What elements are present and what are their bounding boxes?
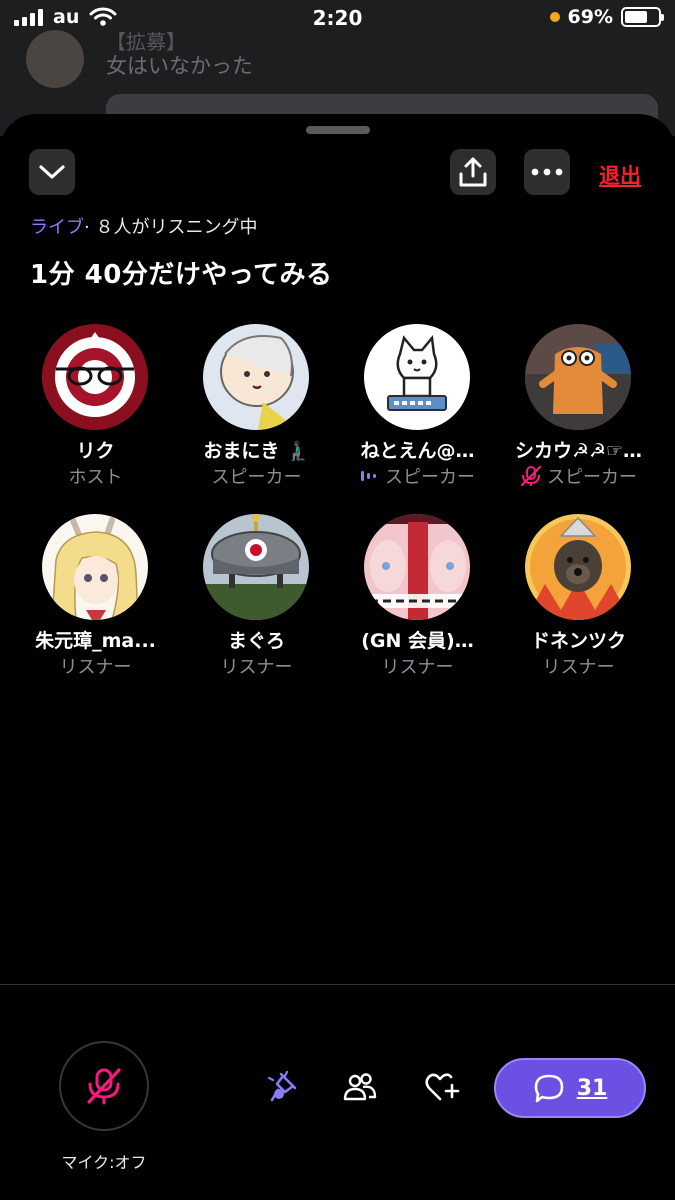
role-label: スピーカー: [547, 467, 637, 488]
speaking-icon: [361, 471, 376, 481]
participant-role: スピーカー: [337, 463, 498, 489]
chat-count: 31: [576, 1075, 608, 1101]
participant-name: シカウ☭☭☞…: [514, 440, 643, 462]
mic-toggle-button[interactable]: [59, 1041, 149, 1131]
participant-name: ねとえん@…: [360, 440, 475, 462]
battery-icon: [621, 7, 664, 27]
avatar: [525, 324, 631, 430]
role-label: ホスト: [68, 467, 123, 488]
avatar: [364, 324, 470, 430]
live-badge: ライブ: [30, 217, 84, 238]
participant-listener[interactable]: ドネンツク リスナー: [498, 514, 659, 704]
avatar: [203, 514, 309, 620]
share-button[interactable]: [450, 149, 496, 195]
listener-count: · ８人がリスニング中: [84, 217, 258, 238]
avatar: [203, 324, 309, 430]
mic-status-label: マイク:オフ: [61, 1153, 147, 1172]
avatar: [364, 514, 470, 620]
avatar: [525, 514, 631, 620]
people-icon: [343, 1073, 377, 1101]
participant-listener[interactable]: 朱元璋_ma... リスナー: [15, 514, 176, 704]
reaction-button[interactable]: [422, 1067, 462, 1107]
participant-listener[interactable]: (GN 会員)… リスナー: [337, 514, 498, 704]
participant-name: (GN 会員)…: [361, 630, 474, 652]
participants-button[interactable]: [340, 1067, 380, 1107]
role-label: リスナー: [381, 657, 454, 678]
live-status: ライブ · ８人がリスニング中: [30, 213, 257, 239]
role-label: スピーカー: [385, 467, 475, 488]
privacy-indicator-icon: [549, 12, 560, 22]
participant-name: まぐろ: [227, 630, 285, 652]
participant-name: 朱元璋_ma...: [35, 630, 156, 652]
more-options-button[interactable]: [524, 149, 570, 195]
spaces-sheet: 退出 ライブ · ８人がリスニング中 1分 40分だけやってみる リク ホスト …: [0, 114, 675, 1200]
drag-handle[interactable]: [306, 126, 370, 134]
participant-listener[interactable]: まぐろ リスナー: [176, 514, 337, 704]
participant-grid: リク ホスト おまにき 🧎🏿‍♂️ スピーカー: [15, 324, 660, 704]
participant-role: リスナー: [15, 653, 176, 679]
share-icon: [459, 157, 487, 187]
more-icon: [531, 168, 563, 176]
chat-icon: [534, 1074, 563, 1103]
role-label: スピーカー: [211, 467, 302, 488]
participant-role: スピーカー: [176, 463, 337, 489]
participant-role: スピーカー: [498, 463, 659, 489]
participant-speaker[interactable]: おまにき 🧎🏿‍♂️ スピーカー: [176, 324, 337, 514]
participant-name: おまにき 🧎🏿‍♂️: [203, 440, 310, 462]
mic-off-icon: [87, 1068, 121, 1105]
battery-percentage: 69%: [567, 6, 613, 28]
participant-name: リク: [76, 440, 115, 462]
chevron-down-icon: [39, 165, 65, 179]
pin-post-button[interactable]: [262, 1067, 302, 1107]
participant-name: ドネンツク: [530, 630, 626, 652]
avatar: [42, 324, 148, 430]
collapse-button[interactable]: [29, 149, 75, 195]
avatar: [42, 514, 148, 620]
participant-speaker[interactable]: ねとえん@… スピーカー: [337, 324, 498, 514]
participant-speaker[interactable]: シカウ☭☭☞… スピーカー: [498, 324, 659, 514]
participant-role: リスナー: [498, 653, 659, 679]
role-label: リスナー: [542, 657, 615, 678]
mic-off-icon: [520, 465, 542, 487]
participant-role: リスナー: [337, 653, 498, 679]
space-title: 1分 40分だけやってみる: [30, 260, 333, 290]
heart-plus-icon: [425, 1073, 460, 1101]
chat-button[interactable]: 31: [494, 1058, 646, 1118]
role-label: リスナー: [59, 657, 132, 678]
participant-role: リスナー: [176, 653, 337, 679]
pin-icon: [267, 1070, 297, 1102]
participant-host[interactable]: リク ホスト: [15, 324, 176, 514]
participant-role: ホスト: [15, 463, 176, 489]
role-label: リスナー: [220, 657, 293, 678]
background-tweet-text: 女はいなかった: [106, 54, 253, 78]
status-bar: au 2:20 69%: [0, 0, 675, 36]
leave-button[interactable]: 退出: [599, 160, 641, 190]
footer-divider: [0, 984, 675, 985]
background-avatar: [26, 30, 84, 88]
